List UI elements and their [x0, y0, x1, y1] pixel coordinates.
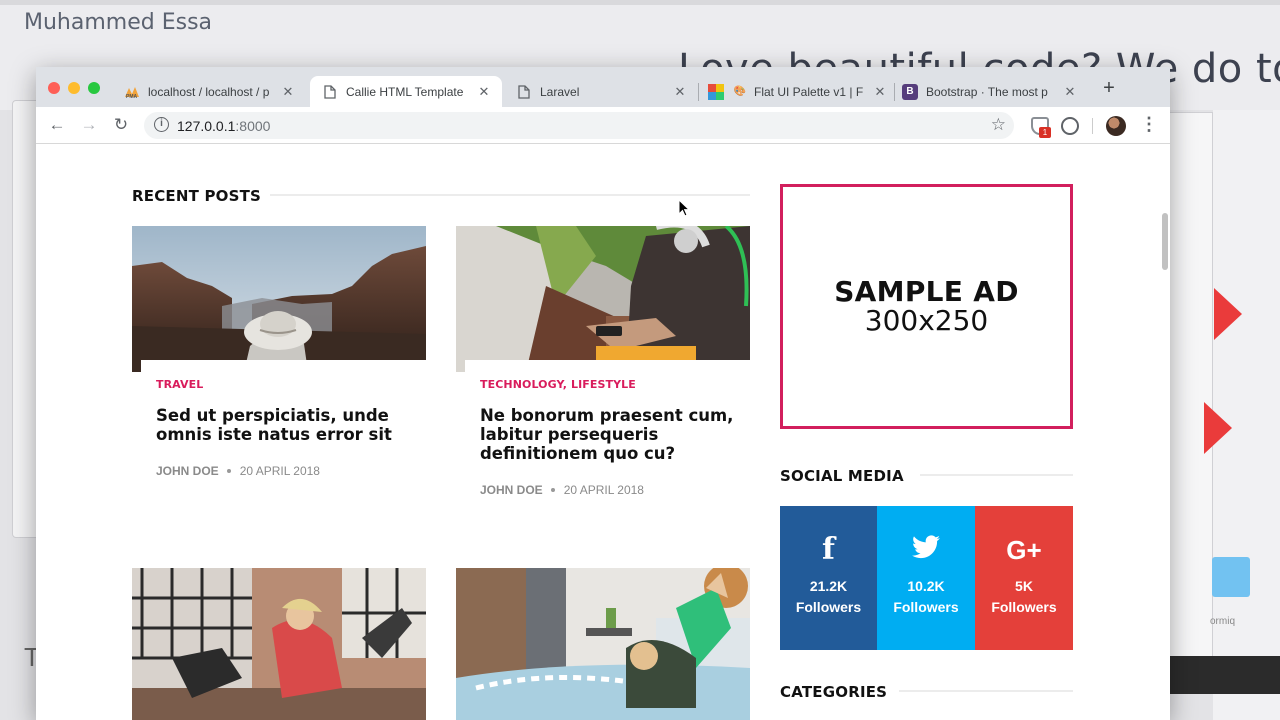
extension-badge: 1 — [1039, 127, 1051, 138]
twitter-icon — [912, 534, 940, 568]
post-image-fitness[interactable] — [132, 568, 426, 720]
post-card: TECHNOLOGY, LIFESTYLE Ne bonorum praesen… — [465, 360, 750, 497]
document-icon — [322, 84, 338, 100]
background-label: ormiq — [1210, 616, 1236, 627]
close-tab-icon[interactable]: ✕ — [476, 84, 492, 100]
tab-separator — [698, 83, 699, 101]
browser-window: PMA localhost / localhost / p ✕ Callie H… — [36, 67, 1170, 720]
tab-title: Flat UI Palette v1 | F — [754, 84, 864, 99]
bootstrap-icon: B — [902, 83, 918, 100]
post-meta: JOHN DOE 20 APRIL 2018 — [156, 464, 412, 478]
close-tab-icon[interactable]: ✕ — [672, 84, 688, 100]
artist-palette-icon: 🎨 — [733, 86, 747, 97]
browser-toolbar: ← → ↻ i 127.0.0.1:8000 ☆ 1 ⋮ — [36, 107, 1170, 144]
palette-icon — [708, 83, 724, 100]
page-viewport: RECENT POSTS TRAVEL Sed ut perspiciatis,… — [36, 145, 1170, 720]
back-button[interactable]: ← — [46, 115, 68, 137]
google-plus-followers-label: Followers — [991, 599, 1057, 615]
tab-title: localhost / localhost / p — [148, 84, 270, 99]
tab-flat-ui-palette[interactable]: 🎨 Flat UI Palette v1 | F ✕ — [706, 76, 892, 107]
minimize-window-button[interactable] — [68, 82, 80, 94]
facebook-followers-label: Followers — [795, 599, 862, 615]
info-icon[interactable]: i — [154, 117, 169, 132]
categories-heading: CATEGORIES — [780, 683, 888, 701]
post-date: 20 APRIL 2018 — [239, 464, 320, 478]
meta-dot — [226, 469, 231, 473]
post-title-link[interactable]: Sed ut perspiciatis, unde omnis iste nat… — [156, 406, 412, 444]
close-window-button[interactable] — [48, 82, 60, 94]
post-title-link[interactable]: Ne bonorum praesent cum, labitur persequ… — [480, 406, 736, 463]
maximize-window-button[interactable] — [88, 82, 100, 94]
post-card: TRAVEL Sed ut perspiciatis, unde omnis i… — [141, 360, 426, 478]
post-category-link[interactable]: TECHNOLOGY, LIFESTYLE — [480, 378, 736, 391]
new-tab-button[interactable]: + — [1098, 78, 1120, 100]
section-divider — [899, 690, 1073, 692]
mouse-cursor-icon — [678, 199, 690, 217]
section-divider — [270, 194, 750, 196]
menu-strip — [0, 0, 1280, 5]
tab-title: Bootstrap · The most p — [926, 84, 1048, 99]
page-scrollbar[interactable] — [1162, 213, 1168, 270]
post-image-technology[interactable] — [456, 226, 750, 372]
tab-callie[interactable]: Callie HTML Template ✕ — [310, 76, 502, 107]
facebook-follow-button[interactable]: f 21.2K Followers — [780, 506, 877, 650]
close-tab-icon[interactable]: ✕ — [1062, 84, 1078, 100]
tab-title: Laravel — [540, 84, 580, 99]
tab-bar: PMA localhost / localhost / p ✕ Callie H… — [36, 67, 1170, 107]
bookmark-star-icon[interactable]: ☆ — [991, 115, 1006, 135]
url-text[interactable]: 127.0.0.1:8000 — [177, 118, 270, 134]
recent-posts-heading: RECENT POSTS — [132, 187, 262, 205]
ghost-extension-icon[interactable] — [1061, 117, 1079, 135]
tab-separator — [894, 83, 895, 101]
google-plus-follow-button[interactable]: G+ 5K Followers — [975, 506, 1073, 650]
document-icon — [516, 84, 532, 100]
forward-button[interactable]: → — [78, 115, 100, 137]
reload-button[interactable]: ↻ — [110, 115, 132, 137]
close-tab-icon[interactable]: ✕ — [280, 84, 296, 100]
background-dark-bar — [1170, 656, 1280, 694]
tab-phpmyadmin[interactable]: PMA localhost / localhost / p ✕ — [120, 76, 300, 107]
post-meta: JOHN DOE 20 APRIL 2018 — [480, 483, 736, 497]
post-author-link[interactable]: JOHN DOE — [480, 483, 543, 497]
social-media-heading: SOCIAL MEDIA — [780, 467, 904, 485]
post-author-link[interactable]: JOHN DOE — [156, 464, 219, 478]
close-tab-icon[interactable]: ✕ — [872, 84, 888, 100]
browser-menu-icon[interactable]: ⋮ — [1140, 114, 1158, 134]
blue-folder-icon — [1212, 557, 1250, 597]
tab-bootstrap[interactable]: B Bootstrap · The most p ✕ — [902, 76, 1082, 107]
sample-ad[interactable]: SAMPLE AD 300x250 — [780, 184, 1073, 429]
profile-avatar[interactable] — [1106, 116, 1126, 136]
ad-title: SAMPLE AD — [834, 274, 1019, 308]
section-divider — [920, 474, 1073, 476]
post-category-link[interactable]: TRAVEL — [156, 378, 412, 391]
meta-dot — [550, 488, 555, 492]
red-arrow-icon — [1214, 288, 1242, 340]
red-arrow-icon — [1204, 402, 1232, 454]
address-bar[interactable]: i 127.0.0.1:8000 ☆ — [144, 112, 1014, 139]
svg-text:PMA: PMA — [126, 94, 138, 99]
google-plus-icon: G+ — [1006, 535, 1042, 565]
twitter-follow-button[interactable]: 10.2K Followers — [877, 506, 975, 650]
phpmyadmin-icon: PMA — [124, 84, 140, 100]
twitter-followers-label: Followers — [893, 599, 959, 615]
post-image-travel[interactable] — [132, 226, 426, 372]
ad-size: 300x250 — [864, 303, 989, 337]
facebook-icon: f — [822, 532, 835, 567]
background-author-name: Muhammed Essa — [24, 10, 213, 35]
toolbar-divider — [1092, 118, 1093, 134]
tab-laravel[interactable]: Laravel ✕ — [514, 76, 692, 107]
post-date: 20 APRIL 2018 — [563, 483, 644, 497]
tab-title: Callie HTML Template — [346, 84, 464, 99]
post-image-lifestyle[interactable] — [456, 568, 750, 720]
google-plus-count: 5K — [1015, 578, 1033, 594]
twitter-count: 10.2K — [907, 578, 945, 594]
facebook-count: 21.2K — [809, 578, 848, 594]
